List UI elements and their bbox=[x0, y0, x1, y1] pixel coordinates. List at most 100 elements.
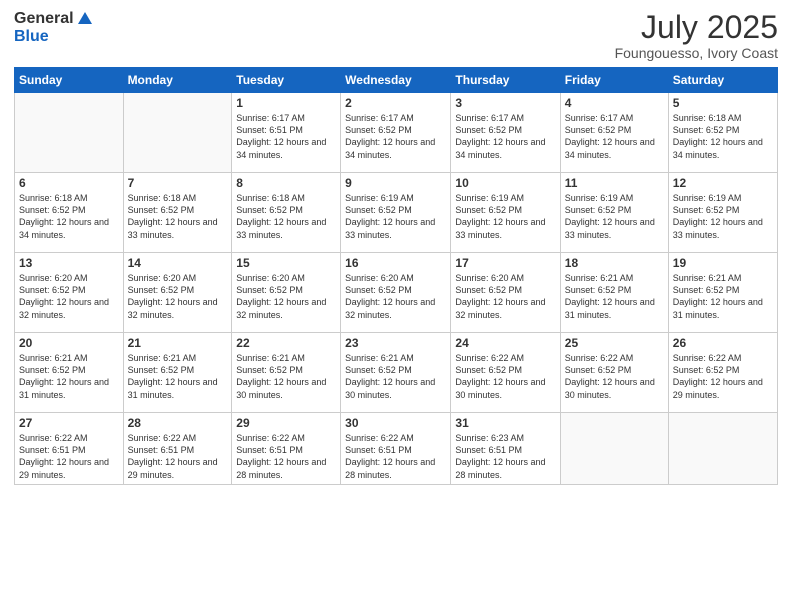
table-row: 27Sunrise: 6:22 AM Sunset: 6:51 PM Dayli… bbox=[15, 413, 124, 485]
logo-icon bbox=[76, 10, 94, 28]
table-row bbox=[15, 93, 124, 173]
day-number: 31 bbox=[455, 416, 555, 430]
table-row: 21Sunrise: 6:21 AM Sunset: 6:52 PM Dayli… bbox=[123, 333, 232, 413]
table-row: 10Sunrise: 6:19 AM Sunset: 6:52 PM Dayli… bbox=[451, 173, 560, 253]
day-number: 24 bbox=[455, 336, 555, 350]
day-number: 22 bbox=[236, 336, 336, 350]
day-info: Sunrise: 6:22 AM Sunset: 6:51 PM Dayligh… bbox=[128, 432, 228, 481]
day-info: Sunrise: 6:20 AM Sunset: 6:52 PM Dayligh… bbox=[455, 272, 555, 321]
day-info: Sunrise: 6:19 AM Sunset: 6:52 PM Dayligh… bbox=[345, 192, 446, 241]
day-number: 29 bbox=[236, 416, 336, 430]
day-number: 9 bbox=[345, 176, 446, 190]
calendar-week-row: 6 Sunrise: 6:18 AM Sunset: 6:52 PM Daylig… bbox=[15, 173, 778, 253]
calendar-week-row: 13 Sunrise: 6:20 AM Sunset: 6:52 PM Dayli… bbox=[15, 253, 778, 333]
table-row: 28 Sunrise: 6:22 AM Sunset: 6:51 PM Dayli… bbox=[123, 413, 232, 485]
col-monday: Monday bbox=[123, 68, 232, 93]
title-block: July 2025 Foungouesso, Ivory Coast bbox=[615, 10, 778, 61]
day-info: Sunrise: 6:20 AM Sunset: 6:52 PM Dayligh… bbox=[345, 272, 446, 321]
day-info: Sunrise: 6:21 AM Sunset: 6:52 PM Dayligh… bbox=[236, 352, 336, 401]
day-number: 2 bbox=[345, 96, 446, 110]
col-sunday: Sunday bbox=[15, 68, 124, 93]
day-number: 28 bbox=[128, 416, 228, 430]
calendar-week-row: 27Sunrise: 6:22 AM Sunset: 6:51 PM Dayli… bbox=[15, 413, 778, 485]
table-row: 29Sunrise: 6:22 AM Sunset: 6:51 PM Dayli… bbox=[232, 413, 341, 485]
day-number: 20 bbox=[19, 336, 119, 350]
table-row: 26 Sunrise: 6:22 AM Sunset: 6:52 PM Dayli… bbox=[668, 333, 777, 413]
day-number: 15 bbox=[236, 256, 336, 270]
day-number: 23 bbox=[345, 336, 446, 350]
table-row: 18Sunrise: 6:21 AM Sunset: 6:52 PM Dayli… bbox=[560, 253, 668, 333]
table-row: 2 Sunrise: 6:17 AM Sunset: 6:52 PM Daylig… bbox=[341, 93, 451, 173]
table-row: 9 Sunrise: 6:19 AM Sunset: 6:52 PM Daylig… bbox=[341, 173, 451, 253]
table-row: 13 Sunrise: 6:20 AM Sunset: 6:52 PM Dayli… bbox=[15, 253, 124, 333]
day-number: 3 bbox=[455, 96, 555, 110]
day-number: 8 bbox=[236, 176, 336, 190]
day-info: Sunrise: 6:21 AM Sunset: 6:52 PM Dayligh… bbox=[345, 352, 446, 401]
table-row: 30 Sunrise: 6:22 AM Sunset: 6:51 PM Dayli… bbox=[341, 413, 451, 485]
logo-general-text: General bbox=[14, 10, 74, 28]
table-row: 31 Sunrise: 6:23 AM Sunset: 6:51 PM Dayli… bbox=[451, 413, 560, 485]
day-number: 25 bbox=[565, 336, 664, 350]
page: General Blue July 2025 Foungouesso, Ivor… bbox=[0, 0, 792, 612]
table-row: 6 Sunrise: 6:18 AM Sunset: 6:52 PM Daylig… bbox=[15, 173, 124, 253]
day-number: 18 bbox=[565, 256, 664, 270]
day-number: 12 bbox=[673, 176, 773, 190]
day-info: Sunrise: 6:23 AM Sunset: 6:51 PM Dayligh… bbox=[455, 432, 555, 481]
day-info: Sunrise: 6:19 AM Sunset: 6:52 PM Dayligh… bbox=[455, 192, 555, 241]
calendar-table: Sunday Monday Tuesday Wednesday Thursday… bbox=[14, 67, 778, 485]
day-info: Sunrise: 6:22 AM Sunset: 6:52 PM Dayligh… bbox=[455, 352, 555, 401]
day-info: Sunrise: 6:19 AM Sunset: 6:52 PM Dayligh… bbox=[673, 192, 773, 241]
col-saturday: Saturday bbox=[668, 68, 777, 93]
day-number: 13 bbox=[19, 256, 119, 270]
col-friday: Friday bbox=[560, 68, 668, 93]
table-row bbox=[560, 413, 668, 485]
table-row: 12 Sunrise: 6:19 AM Sunset: 6:52 PM Dayli… bbox=[668, 173, 777, 253]
day-number: 6 bbox=[19, 176, 119, 190]
day-number: 14 bbox=[128, 256, 228, 270]
table-row: 11Sunrise: 6:19 AM Sunset: 6:52 PM Dayli… bbox=[560, 173, 668, 253]
table-row: 19 Sunrise: 6:21 AM Sunset: 6:52 PM Dayli… bbox=[668, 253, 777, 333]
day-info: Sunrise: 6:21 AM Sunset: 6:52 PM Dayligh… bbox=[19, 352, 119, 401]
table-row: 20 Sunrise: 6:21 AM Sunset: 6:52 PM Dayli… bbox=[15, 333, 124, 413]
table-row bbox=[123, 93, 232, 173]
calendar-header-row: Sunday Monday Tuesday Wednesday Thursday… bbox=[15, 68, 778, 93]
day-number: 30 bbox=[345, 416, 446, 430]
calendar-week-row: 20 Sunrise: 6:21 AM Sunset: 6:52 PM Dayli… bbox=[15, 333, 778, 413]
day-info: Sunrise: 6:18 AM Sunset: 6:52 PM Dayligh… bbox=[673, 112, 773, 161]
calendar-week-row: 1 Sunrise: 6:17 AM Sunset: 6:51 PM Daylig… bbox=[15, 93, 778, 173]
location: Foungouesso, Ivory Coast bbox=[615, 45, 778, 61]
col-thursday: Thursday bbox=[451, 68, 560, 93]
header: General Blue July 2025 Foungouesso, Ivor… bbox=[14, 10, 778, 61]
day-info: Sunrise: 6:19 AM Sunset: 6:52 PM Dayligh… bbox=[565, 192, 664, 241]
table-row: 4 Sunrise: 6:17 AM Sunset: 6:52 PM Daylig… bbox=[560, 93, 668, 173]
day-number: 1 bbox=[236, 96, 336, 110]
table-row: 7Sunrise: 6:18 AM Sunset: 6:52 PM Daylig… bbox=[123, 173, 232, 253]
table-row: 5Sunrise: 6:18 AM Sunset: 6:52 PM Daylig… bbox=[668, 93, 777, 173]
day-info: Sunrise: 6:21 AM Sunset: 6:52 PM Dayligh… bbox=[673, 272, 773, 321]
day-info: Sunrise: 6:18 AM Sunset: 6:52 PM Dayligh… bbox=[19, 192, 119, 241]
table-row: 15 Sunrise: 6:20 AM Sunset: 6:52 PM Dayli… bbox=[232, 253, 341, 333]
logo-blue-text: Blue bbox=[14, 28, 49, 45]
day-info: Sunrise: 6:20 AM Sunset: 6:52 PM Dayligh… bbox=[236, 272, 336, 321]
table-row bbox=[668, 413, 777, 485]
day-info: Sunrise: 6:17 AM Sunset: 6:51 PM Dayligh… bbox=[236, 112, 336, 161]
day-info: Sunrise: 6:22 AM Sunset: 6:51 PM Dayligh… bbox=[345, 432, 446, 481]
table-row: 22 Sunrise: 6:21 AM Sunset: 6:52 PM Dayli… bbox=[232, 333, 341, 413]
day-info: Sunrise: 6:20 AM Sunset: 6:52 PM Dayligh… bbox=[19, 272, 119, 321]
day-info: Sunrise: 6:17 AM Sunset: 6:52 PM Dayligh… bbox=[345, 112, 446, 161]
day-number: 19 bbox=[673, 256, 773, 270]
day-info: Sunrise: 6:17 AM Sunset: 6:52 PM Dayligh… bbox=[565, 112, 664, 161]
day-number: 17 bbox=[455, 256, 555, 270]
day-number: 26 bbox=[673, 336, 773, 350]
day-info: Sunrise: 6:18 AM Sunset: 6:52 PM Dayligh… bbox=[236, 192, 336, 241]
day-number: 21 bbox=[128, 336, 228, 350]
day-info: Sunrise: 6:22 AM Sunset: 6:52 PM Dayligh… bbox=[673, 352, 773, 401]
day-number: 7 bbox=[128, 176, 228, 190]
col-wednesday: Wednesday bbox=[341, 68, 451, 93]
day-info: Sunrise: 6:20 AM Sunset: 6:52 PM Dayligh… bbox=[128, 272, 228, 321]
day-number: 4 bbox=[565, 96, 664, 110]
table-row: 14 Sunrise: 6:20 AM Sunset: 6:52 PM Dayli… bbox=[123, 253, 232, 333]
table-row: 8 Sunrise: 6:18 AM Sunset: 6:52 PM Daylig… bbox=[232, 173, 341, 253]
day-info: Sunrise: 6:17 AM Sunset: 6:52 PM Dayligh… bbox=[455, 112, 555, 161]
table-row: 23 Sunrise: 6:21 AM Sunset: 6:52 PM Dayli… bbox=[341, 333, 451, 413]
